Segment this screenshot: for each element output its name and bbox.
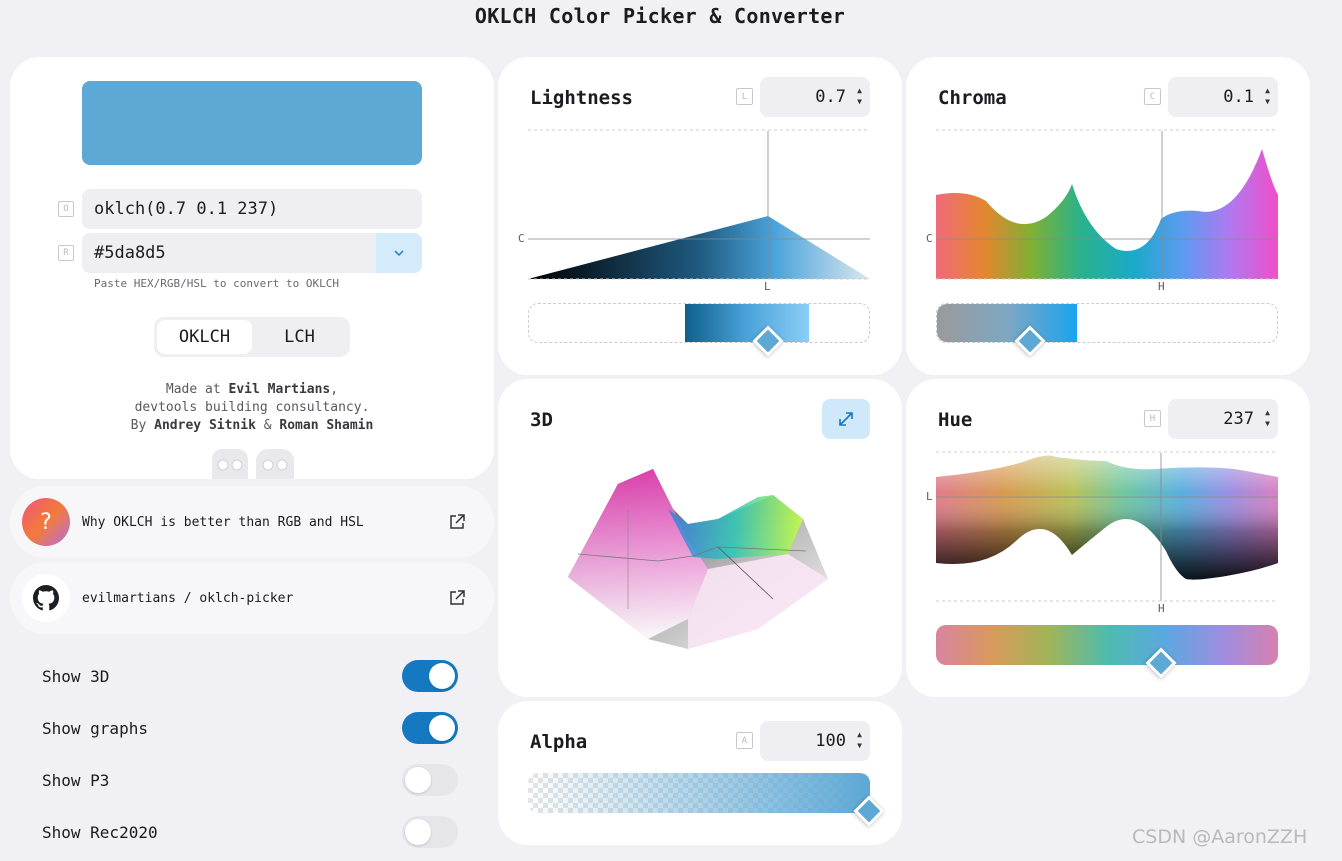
credits: Made at Evil Martians, devtools building… bbox=[130, 382, 374, 433]
mascots-icon bbox=[212, 449, 294, 479]
expand-icon bbox=[839, 412, 853, 426]
expand-button[interactable] bbox=[822, 399, 870, 439]
hue-graph[interactable] bbox=[936, 451, 1278, 603]
stepper-arrows-icon: ▲ ▼ bbox=[857, 730, 862, 750]
hex-input-wrapper bbox=[82, 233, 376, 273]
alpha-input[interactable]: 100 ▲ ▼ bbox=[760, 721, 870, 761]
app-title: OKLCH Color Picker & Converter bbox=[474, 4, 846, 28]
toggle-label: Show 3D bbox=[42, 666, 110, 686]
show-p3-toggle[interactable] bbox=[402, 764, 458, 796]
hue-x-axis-label: H bbox=[1158, 602, 1165, 615]
toggle-row-3d: Show 3D bbox=[42, 660, 458, 692]
chroma-x-axis-label: H bbox=[1158, 280, 1165, 293]
author-link-2[interactable]: Roman Shamin bbox=[279, 418, 373, 433]
chroma-panel: Chroma C 0.1 ▲ ▼ C H bbox=[906, 57, 1310, 375]
toggle-label: Show P3 bbox=[42, 770, 110, 790]
stepper-arrows-icon: ▲ ▼ bbox=[1265, 408, 1270, 428]
three-d-visualization[interactable] bbox=[558, 459, 838, 649]
author-link-1[interactable]: Andrey Sitnik bbox=[154, 418, 256, 433]
hue-y-axis-label: L bbox=[926, 490, 933, 503]
three-d-title: 3D bbox=[530, 409, 553, 431]
color-swatch bbox=[82, 81, 422, 165]
toggle-row-rec2020: Show Rec2020 bbox=[42, 816, 458, 848]
why-oklch-label: Why OKLCH is better than RGB and HSL bbox=[82, 514, 364, 530]
alpha-tag: A bbox=[736, 732, 753, 749]
three-d-panel: 3D bbox=[498, 379, 902, 697]
github-link[interactable]: evilmartians / oklch-picker bbox=[10, 562, 494, 634]
rgb-format-tag: R bbox=[58, 245, 74, 261]
watermark: CSDN @AaronZZH bbox=[1132, 826, 1308, 848]
mode-switch: OKLCH LCH bbox=[154, 317, 350, 357]
lightness-x-axis-label: L bbox=[764, 280, 771, 293]
lightness-input[interactable]: 0.7 ▲ ▼ bbox=[760, 77, 870, 117]
toggle-label: Show Rec2020 bbox=[42, 822, 158, 842]
github-icon bbox=[22, 574, 70, 622]
mode-option-oklch[interactable]: OKLCH bbox=[157, 320, 252, 354]
format-dropdown-button[interactable] bbox=[376, 233, 422, 273]
alpha-title: Alpha bbox=[530, 731, 588, 753]
oklch-format-tag: O bbox=[58, 201, 74, 217]
lightness-panel: Lightness L 0.7 ▲ ▼ C L bbox=[498, 57, 902, 375]
alpha-slider[interactable] bbox=[528, 773, 870, 813]
hue-input[interactable]: 237 ▲ ▼ bbox=[1168, 399, 1278, 439]
evil-martians-link[interactable]: Evil Martians bbox=[229, 382, 331, 397]
paste-hint: Paste HEX/RGB/HSL to convert to OKLCH bbox=[94, 277, 340, 290]
color-preview-card: O R Paste HEX/RGB/HSL to convert to OKLC… bbox=[10, 57, 494, 479]
chroma-slider[interactable] bbox=[936, 303, 1278, 343]
stepper-arrows-icon: ▲ ▼ bbox=[857, 86, 862, 106]
toggle-label: Show graphs bbox=[42, 718, 148, 738]
chroma-tag: C bbox=[1144, 88, 1161, 105]
show-rec2020-toggle[interactable] bbox=[402, 816, 458, 848]
lightness-tag: L bbox=[736, 88, 753, 105]
oklch-input-wrapper bbox=[82, 189, 422, 229]
hex-input[interactable] bbox=[82, 233, 376, 273]
github-label: evilmartians / oklch-picker bbox=[82, 590, 294, 606]
hue-slider[interactable] bbox=[936, 625, 1278, 665]
hue-panel: Hue H 237 ▲ ▼ L H bbox=[906, 379, 1310, 697]
why-oklch-link[interactable]: ? Why OKLCH is better than RGB and HSL bbox=[10, 486, 494, 558]
chroma-title: Chroma bbox=[938, 87, 1007, 109]
chevron-down-icon bbox=[394, 250, 404, 257]
mode-option-lch[interactable]: LCH bbox=[252, 320, 347, 354]
external-link-icon bbox=[450, 514, 465, 529]
hue-tag: H bbox=[1144, 410, 1161, 427]
chroma-graph[interactable] bbox=[936, 129, 1278, 287]
toggle-row-graphs: Show graphs bbox=[42, 712, 458, 744]
lightness-slider[interactable] bbox=[528, 303, 870, 343]
external-link-icon bbox=[450, 590, 465, 605]
hue-title: Hue bbox=[938, 409, 973, 431]
lightness-graph[interactable] bbox=[528, 129, 870, 287]
lightness-y-axis-label: C bbox=[518, 232, 525, 245]
show-3d-toggle[interactable] bbox=[402, 660, 458, 692]
question-icon: ? bbox=[22, 498, 70, 546]
lightness-title: Lightness bbox=[530, 87, 633, 109]
show-graphs-toggle[interactable] bbox=[402, 712, 458, 744]
oklch-input[interactable] bbox=[82, 189, 422, 229]
alpha-panel: Alpha A 100 ▲ ▼ bbox=[498, 701, 902, 845]
chroma-y-axis-label: C bbox=[926, 232, 933, 245]
chroma-input[interactable]: 0.1 ▲ ▼ bbox=[1168, 77, 1278, 117]
stepper-arrows-icon: ▲ ▼ bbox=[1265, 86, 1270, 106]
toggle-row-p3: Show P3 bbox=[42, 764, 458, 796]
